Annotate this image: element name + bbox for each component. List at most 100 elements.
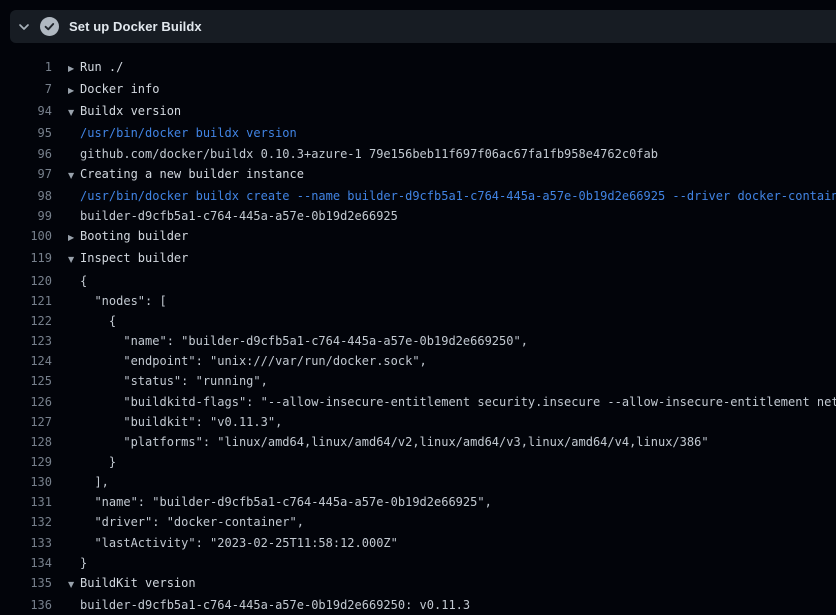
step-title: Set up Docker Buildx (69, 19, 202, 34)
log-text: "lastActivity": "2023-02-25T11:58:12.000… (68, 533, 398, 553)
log-line[interactable]: 94 ▼Buildx version (0, 101, 836, 123)
log-line: 120 { (0, 271, 836, 291)
line-number[interactable]: 135 (0, 573, 52, 595)
log-text: /usr/bin/docker buildx create --name bui… (68, 186, 836, 206)
line-number[interactable]: 125 (0, 371, 52, 391)
log-line: 121 "nodes": [ (0, 291, 836, 311)
line-number[interactable]: 132 (0, 512, 52, 532)
group-toggle-icon[interactable]: ▶ (68, 228, 80, 248)
line-number[interactable]: 121 (0, 291, 52, 311)
collapse-step-button[interactable] (10, 10, 38, 43)
line-number[interactable]: 100 (0, 226, 52, 248)
line-number[interactable]: 126 (0, 392, 52, 412)
log-line-content: "lastActivity": "2023-02-25T11:58:12.000… (68, 533, 398, 553)
log-line: 98 /usr/bin/docker buildx create --name … (0, 186, 836, 206)
log-text: ], (68, 472, 109, 492)
log-line: 129 } (0, 452, 836, 472)
log-line-content: { (68, 311, 116, 331)
log-line: 125 "status": "running", (0, 371, 836, 391)
log-line-content: "platforms": "linux/amd64,linux/amd64/v2… (68, 432, 709, 452)
log-text: Buildx version (80, 104, 181, 118)
group-toggle-icon[interactable]: ▶ (68, 59, 80, 79)
step-header[interactable]: Set up Docker Buildx (10, 10, 836, 43)
log-line[interactable]: 119 ▼Inspect builder (0, 248, 836, 270)
log-line: 99 builder-d9cfb5a1-c764-445a-a57e-0b19d… (0, 206, 836, 226)
line-number[interactable]: 128 (0, 432, 52, 452)
log-line-content: ], (68, 472, 109, 492)
log-line: 133 "lastActivity": "2023-02-25T11:58:12… (0, 533, 836, 553)
line-number[interactable]: 124 (0, 351, 52, 371)
line-number[interactable]: 136 (0, 595, 52, 615)
log-text: "status": "running", (68, 371, 268, 391)
log-text: } (68, 553, 87, 573)
group-toggle-icon[interactable]: ▼ (68, 250, 80, 270)
group-toggle-icon[interactable]: ▼ (68, 103, 80, 123)
line-number[interactable]: 129 (0, 452, 52, 472)
line-number[interactable]: 119 (0, 248, 52, 270)
log-line-content: "driver": "docker-container", (68, 512, 304, 532)
log-line-content: ▶Docker info (68, 79, 159, 101)
line-number[interactable]: 130 (0, 472, 52, 492)
log-line-content: { (68, 271, 87, 291)
line-number[interactable]: 1 (0, 57, 52, 79)
line-number[interactable]: 7 (0, 79, 52, 101)
log-line-content: ▼Inspect builder (68, 248, 188, 270)
log-text: "name": "builder-d9cfb5a1-c764-445a-a57e… (68, 331, 528, 351)
log-text: { (68, 311, 116, 331)
line-number[interactable]: 95 (0, 123, 52, 143)
log-line-content: "endpoint": "unix:///var/run/docker.sock… (68, 351, 427, 371)
line-number[interactable]: 99 (0, 206, 52, 226)
log-line[interactable]: 135 ▼BuildKit version (0, 573, 836, 595)
line-number[interactable]: 96 (0, 144, 52, 164)
log-line: 128 "platforms": "linux/amd64,linux/amd6… (0, 432, 836, 452)
log-line-content: ▶Run ./ (68, 57, 123, 79)
log-line: 122 { (0, 311, 836, 331)
log-line: 131 "name": "builder-d9cfb5a1-c764-445a-… (0, 492, 836, 512)
log-text: "buildkit": "v0.11.3", (68, 412, 282, 432)
log-line-content: ▼Creating a new builder instance (68, 164, 304, 186)
log-text: builder-d9cfb5a1-c764-445a-a57e-0b19d2e6… (68, 206, 398, 226)
log-text: /usr/bin/docker buildx version (68, 123, 297, 143)
line-number[interactable]: 120 (0, 271, 52, 291)
log-line: 124 "endpoint": "unix:///var/run/docker.… (0, 351, 836, 371)
log-line-content: builder-d9cfb5a1-c764-445a-a57e-0b19d2e6… (68, 206, 398, 226)
log-text: "name": "builder-d9cfb5a1-c764-445a-a57e… (68, 492, 492, 512)
log-text: Run ./ (80, 60, 123, 74)
log-line[interactable]: 100 ▶Booting builder (0, 226, 836, 248)
log-text: "buildkitd-flags": "--allow-insecure-ent… (68, 392, 836, 412)
log-line-content: } (68, 553, 87, 573)
group-toggle-icon[interactable]: ▶ (68, 81, 80, 101)
log-line[interactable]: 7 ▶Docker info (0, 79, 836, 101)
log-line-content: "nodes": [ (68, 291, 167, 311)
log-line[interactable]: 1 ▶Run ./ (0, 57, 836, 79)
group-toggle-icon[interactable]: ▼ (68, 575, 80, 595)
log-text: Inspect builder (80, 251, 188, 265)
log-text: Docker info (80, 82, 159, 96)
log-line: 123 "name": "builder-d9cfb5a1-c764-445a-… (0, 331, 836, 351)
log-line-content: github.com/docker/buildx 0.10.3+azure-1 … (68, 144, 658, 164)
log-line-content: "name": "builder-d9cfb5a1-c764-445a-a57e… (68, 492, 492, 512)
log-line: 136 builder-d9cfb5a1-c764-445a-a57e-0b19… (0, 595, 836, 615)
line-number[interactable]: 133 (0, 533, 52, 553)
log-line: 127 "buildkit": "v0.11.3", (0, 412, 836, 432)
line-number[interactable]: 98 (0, 186, 52, 206)
line-number[interactable]: 131 (0, 492, 52, 512)
line-number[interactable]: 94 (0, 101, 52, 123)
line-number[interactable]: 122 (0, 311, 52, 331)
check-circle-icon (40, 17, 59, 36)
log-line: 96 github.com/docker/buildx 0.10.3+azure… (0, 144, 836, 164)
log-line-content: /usr/bin/docker buildx version (68, 123, 297, 143)
line-number[interactable]: 134 (0, 553, 52, 573)
log-text: "platforms": "linux/amd64,linux/amd64/v2… (68, 432, 709, 452)
log-line: 95 /usr/bin/docker buildx version (0, 123, 836, 143)
log-text: "driver": "docker-container", (68, 512, 304, 532)
line-number[interactable]: 123 (0, 331, 52, 351)
log-text: "endpoint": "unix:///var/run/docker.sock… (68, 351, 427, 371)
line-number[interactable]: 127 (0, 412, 52, 432)
log-text: builder-d9cfb5a1-c764-445a-a57e-0b19d2e6… (68, 595, 470, 615)
log-line[interactable]: 97 ▼Creating a new builder instance (0, 164, 836, 186)
group-toggle-icon[interactable]: ▼ (68, 166, 80, 186)
line-number[interactable]: 97 (0, 164, 52, 186)
log-line: 130 ], (0, 472, 836, 492)
log-text: github.com/docker/buildx 0.10.3+azure-1 … (68, 144, 658, 164)
